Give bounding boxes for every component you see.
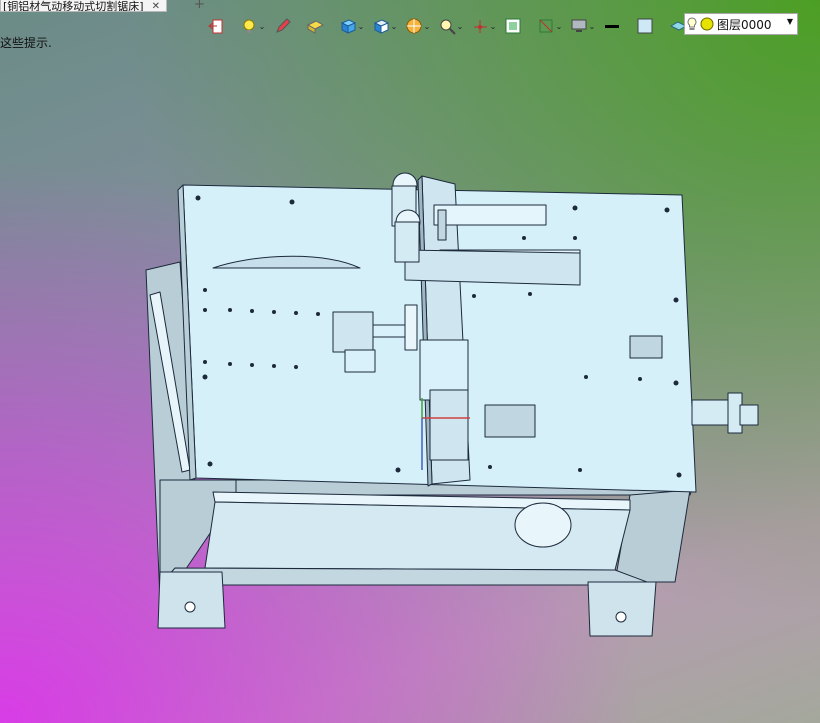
- side-cylinder: [691, 392, 759, 434]
- model-viewport[interactable]: [0, 0, 820, 723]
